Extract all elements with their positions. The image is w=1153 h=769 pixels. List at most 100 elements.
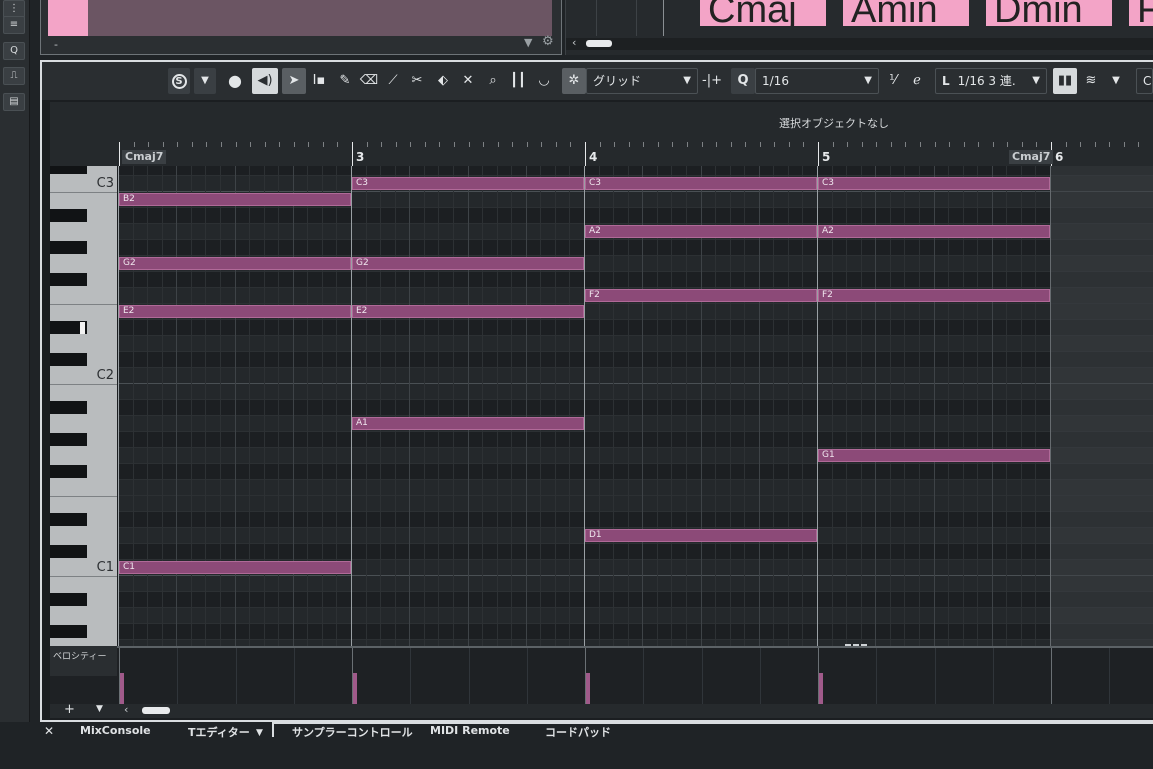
zoom-icon[interactable]: ⌕ (482, 68, 504, 94)
velocity-grid-line (643, 648, 645, 704)
black-key[interactable] (50, 513, 87, 526)
midi-note[interactable]: G2 (352, 257, 584, 270)
horizontal-scrollbar-thumb[interactable] (142, 707, 170, 714)
velocity-grid-line (235, 648, 237, 704)
grid-line (918, 166, 920, 646)
chord-tag[interactable]: Cmaj7 (122, 150, 167, 164)
velocity-bar[interactable] (120, 673, 124, 704)
trim-icon[interactable]: ⟋ (382, 68, 404, 94)
black-key[interactable] (50, 209, 87, 222)
quantize-value-select[interactable]: 1/16 ▼ (755, 68, 879, 94)
track-region[interactable] (88, 0, 552, 36)
black-key[interactable] (50, 353, 87, 366)
tab-sampler-control[interactable]: サンプラーコントロール (292, 724, 413, 740)
eraser-icon[interactable]: ⌫ (358, 68, 380, 94)
grid-line (307, 166, 309, 646)
strip-button-q[interactable]: Q (3, 42, 25, 60)
dropdown-arrow-icon[interactable]: ▼ (524, 36, 532, 49)
strip-button-5[interactable]: ▤ (3, 93, 25, 111)
snap-icon[interactable]: ✲ (562, 68, 586, 94)
midi-note[interactable]: A2 (818, 225, 1050, 238)
ruler-tick (919, 142, 921, 147)
midi-note[interactable]: C1 (119, 561, 351, 574)
grid-align-icon[interactable]: -|+ (700, 68, 724, 94)
mute-tool-icon[interactable]: ✕ (457, 68, 479, 94)
close-icon[interactable]: ✕ (44, 724, 54, 738)
clipped-select[interactable]: C (1136, 68, 1153, 94)
tab-midi-remote[interactable]: MIDI Remote (430, 724, 510, 737)
midi-note[interactable]: B2 (119, 193, 351, 206)
grid-line (321, 166, 323, 646)
midi-note[interactable]: C3 (585, 177, 817, 190)
lane-resize-handle[interactable] (845, 644, 867, 647)
quantize-q-button[interactable]: Q (731, 68, 755, 94)
range-tool-icon[interactable]: I▪ (308, 68, 330, 94)
midi-note[interactable]: G2 (119, 257, 351, 270)
chord-block[interactable]: Amin (843, 0, 969, 26)
grid-type-select[interactable]: グリッド ▼ (586, 68, 698, 94)
layers-icon[interactable]: ≋ (1079, 68, 1103, 94)
midi-note[interactable]: F2 (818, 289, 1050, 302)
midi-note[interactable]: G1 (818, 449, 1050, 462)
grid-row (118, 384, 1153, 400)
black-key[interactable] (50, 737, 87, 750)
midi-note[interactable]: D1 (585, 529, 817, 542)
bar-number: 6 (1055, 150, 1064, 164)
midi-note[interactable]: A2 (585, 225, 817, 238)
midi-note[interactable]: C3 (352, 177, 584, 190)
tab-mixconsole[interactable]: MixConsole (80, 724, 151, 737)
gear-icon[interactable]: ⚙ (542, 34, 554, 49)
scroll-left-icon[interactable]: ‹ (124, 703, 128, 716)
chord-tag[interactable]: Cmaj7 (1009, 150, 1054, 164)
midi-note[interactable]: E2 (352, 305, 584, 318)
note-grid[interactable]: C3 C3 C3 B2 A2 A2 G2 G2 F2 F2 E2 E2 A1 G1 D1 C1 (118, 166, 1153, 646)
midi-note[interactable]: F2 (585, 289, 817, 302)
speaker-icon[interactable]: ◀) (252, 68, 278, 94)
black-key[interactable] (50, 593, 87, 606)
chevron-down-icon[interactable]: ▼ (96, 704, 103, 714)
tab-chord-pads[interactable]: コードパッド (545, 724, 611, 740)
chord-block[interactable]: Cmaj (700, 0, 826, 26)
record-icon[interactable]: ● (224, 68, 246, 94)
grid-line (132, 166, 134, 646)
ruler-tick (643, 142, 645, 147)
scroll-left-icon[interactable]: ‹ (572, 36, 576, 49)
add-lane-button[interactable]: + (64, 702, 75, 717)
grid-line (205, 166, 207, 646)
length-select[interactable]: L 1/16 3 連. ▼ (935, 68, 1047, 94)
chevron-down-icon[interactable]: ▼ (1105, 68, 1127, 94)
glue-icon[interactable]: ⬖ (432, 68, 454, 94)
velocity-bar[interactable] (819, 673, 823, 704)
scissors-icon[interactable]: ✂ (406, 68, 428, 94)
strip-button-4[interactable]: ⎍ (3, 67, 25, 85)
curve-icon[interactable]: ◡ (533, 68, 555, 94)
color-scheme-icon[interactable]: ▮▮ (1053, 68, 1077, 94)
pointer-icon[interactable]: ➤ (282, 68, 306, 94)
ruler[interactable] (50, 142, 1153, 166)
line-tool-icon[interactable]: ┃┃ (507, 68, 529, 94)
black-key[interactable] (50, 273, 87, 286)
black-key[interactable] (50, 545, 87, 558)
velocity-lane[interactable] (50, 646, 1153, 704)
midi-note[interactable]: E2 (119, 305, 351, 318)
black-key[interactable] (50, 625, 87, 638)
pencil-icon[interactable]: ✎ (334, 68, 356, 94)
black-key[interactable] (50, 241, 87, 254)
velocity-bar[interactable] (586, 673, 590, 704)
midi-note[interactable]: A1 (352, 417, 584, 430)
black-key[interactable] (50, 401, 87, 414)
swing-icon[interactable]: ⅟ (882, 68, 904, 94)
track-color-swatch[interactable] (48, 0, 88, 36)
auto-quantize-icon[interactable]: ℯ (906, 68, 928, 94)
chord-block[interactable]: Dmin (986, 0, 1112, 26)
horizontal-scrollbar-thumb[interactable] (586, 40, 612, 47)
chevron-down-icon[interactable]: ▼ (194, 68, 216, 94)
velocity-bar[interactable] (353, 673, 357, 704)
tab-key-editor[interactable]: Tエディター (188, 724, 250, 740)
solo-button[interactable]: S (168, 68, 190, 94)
strip-button-2[interactable]: ≡ (3, 16, 25, 34)
black-key[interactable] (50, 465, 87, 478)
black-key[interactable] (50, 433, 87, 446)
chord-block[interactable]: F (1129, 0, 1153, 26)
midi-note[interactable]: C3 (818, 177, 1050, 190)
